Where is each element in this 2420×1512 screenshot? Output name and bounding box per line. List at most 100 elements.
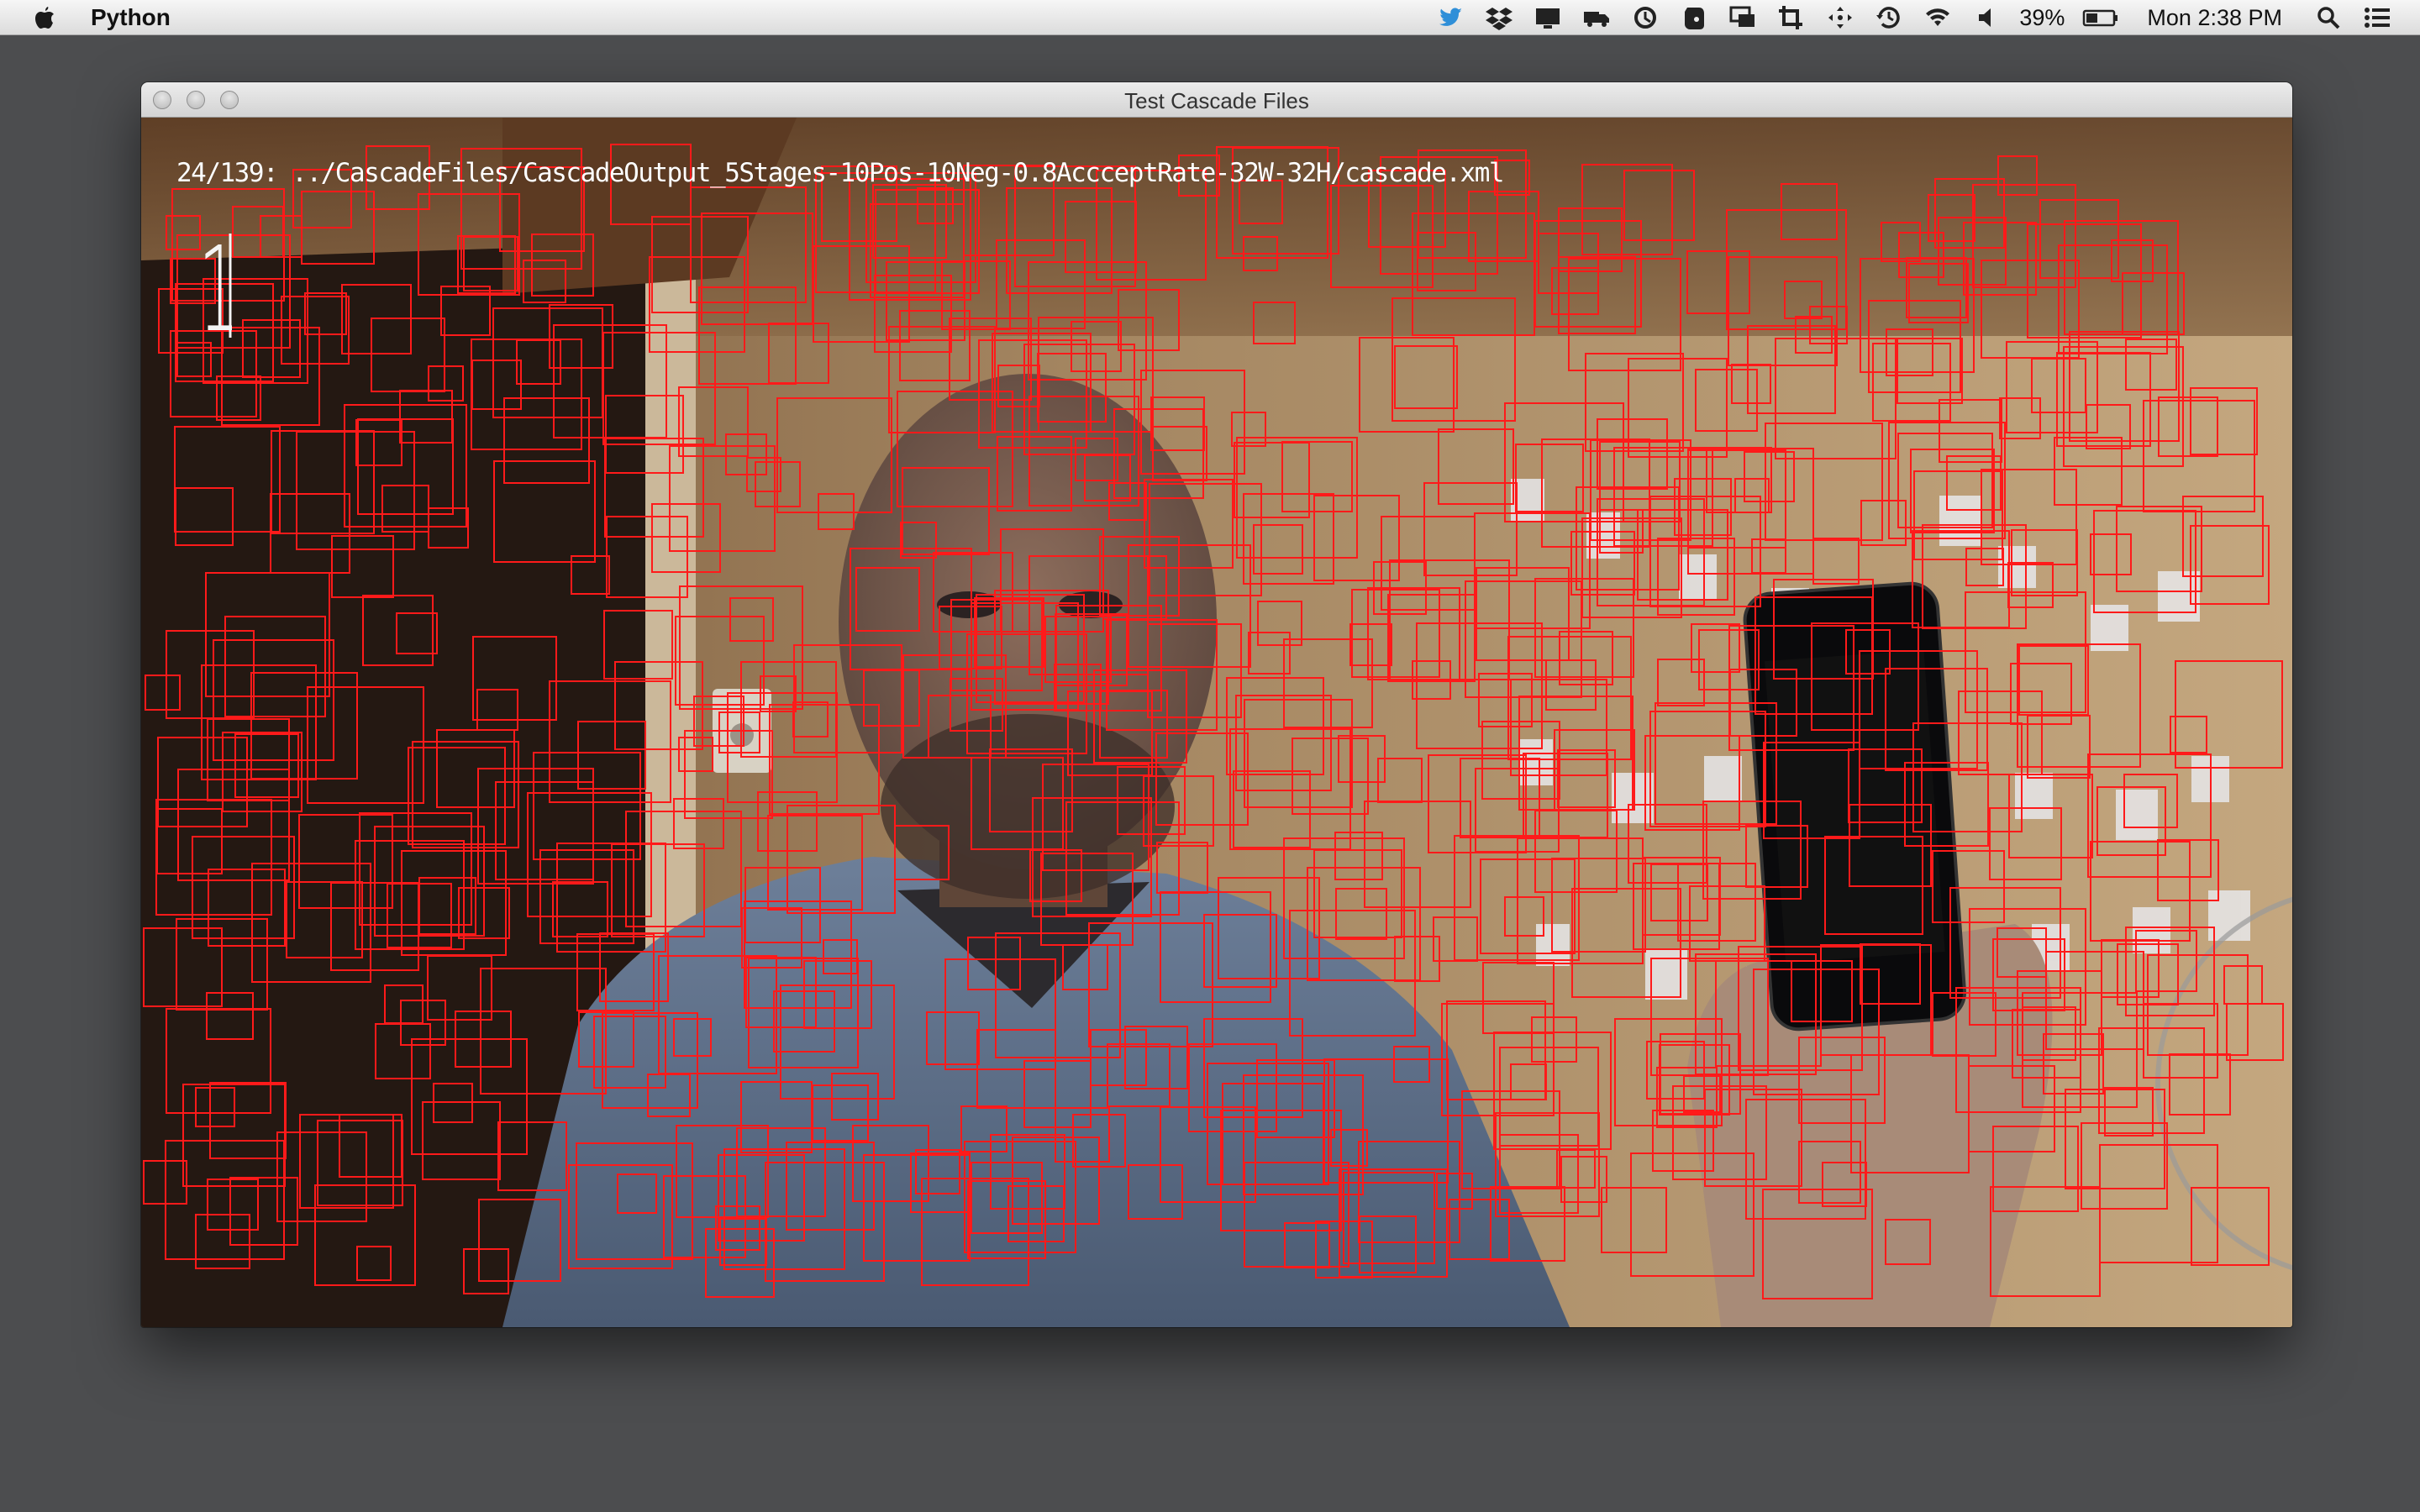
detection-box (744, 867, 821, 943)
detection-box (1335, 888, 1387, 940)
detection-box (480, 968, 607, 1095)
detection-box (723, 1148, 845, 1270)
detection-box (1118, 289, 1180, 351)
detection-box (2086, 404, 2131, 449)
detection-box (418, 193, 520, 296)
dropbox-icon[interactable] (1484, 3, 1514, 32)
detection-box (2123, 774, 2178, 828)
wifi-icon[interactable] (1923, 3, 1953, 32)
detection-box (2006, 341, 2098, 433)
detection-box (209, 1082, 287, 1159)
apple-menu-icon[interactable] (32, 5, 60, 30)
detection-box (1381, 516, 1476, 611)
detection-box (1534, 220, 1642, 328)
detection-box (1029, 849, 1082, 902)
detection-box (1222, 1083, 1324, 1185)
detection-box (2191, 1187, 2270, 1266)
detection-box (676, 1125, 769, 1218)
screen-share-icon[interactable] (1728, 3, 1758, 32)
detection-box (1490, 1186, 1565, 1262)
detection-box (1393, 1046, 1430, 1083)
detection-box (355, 840, 465, 950)
detection-box (1343, 1172, 1435, 1264)
detection-box (1554, 729, 1635, 811)
detection-box (964, 1141, 1076, 1253)
detection-box (902, 467, 990, 555)
detection-box (1358, 1141, 1460, 1243)
detection-box (1188, 1043, 1277, 1132)
detection-box (1898, 232, 1944, 278)
detection-box (1571, 888, 1681, 998)
detection-box (1040, 853, 1134, 946)
detection-box (2017, 643, 2141, 768)
move-icon[interactable] (1825, 3, 1855, 32)
detection-box (362, 595, 434, 666)
detection-box (1601, 1187, 1667, 1253)
detection-box (463, 1248, 509, 1294)
time-machine-icon[interactable] (1874, 3, 1904, 32)
sync-icon[interactable] (1630, 3, 1660, 32)
evernote-icon[interactable] (1679, 3, 1709, 32)
detection-box (539, 849, 634, 944)
twitter-icon[interactable] (1435, 3, 1465, 32)
detection-box (1738, 946, 1863, 1071)
detection-box (910, 1152, 971, 1213)
detection-box (1897, 433, 1993, 528)
detection-box (1795, 316, 1833, 354)
detection-box (1990, 1186, 2101, 1297)
detection-box (1913, 470, 2003, 560)
detection-box (949, 318, 1032, 401)
detection-box (1556, 1149, 1596, 1189)
display-icon[interactable] (1533, 3, 1563, 32)
detection-box (2169, 1053, 2231, 1116)
detection-box (1597, 418, 1668, 490)
battery-percentage[interactable]: 39% (2019, 5, 2065, 31)
detection-box (855, 567, 920, 632)
detection-box (1504, 402, 1624, 522)
crop-icon[interactable] (1776, 3, 1807, 32)
detection-box (457, 235, 516, 294)
detection-box (1868, 300, 1961, 393)
detection-box (767, 815, 863, 911)
detection-box (729, 597, 774, 642)
detection-box (673, 798, 724, 849)
detection-box (1981, 469, 2077, 565)
detection-box (1243, 493, 1334, 585)
window-title: Test Cascade Files (1124, 88, 1309, 113)
detection-box (1334, 832, 1383, 880)
detection-box (1107, 1043, 1171, 1107)
detection-box (812, 1084, 869, 1142)
detection-box (412, 741, 519, 848)
truck-icon[interactable] (1581, 3, 1612, 32)
detection-box (260, 215, 302, 258)
detection-box (472, 636, 557, 721)
detection-box (1912, 722, 2023, 832)
detection-box (1623, 170, 1695, 241)
volume-icon[interactable] (1971, 3, 2002, 32)
detection-box (298, 814, 393, 909)
detection-box (1885, 1219, 1931, 1265)
detection-box (602, 1012, 698, 1109)
detection-box (1156, 842, 1208, 894)
detection-box (195, 1087, 235, 1127)
app-menu-python[interactable]: Python (91, 5, 171, 30)
detection-box (605, 395, 684, 474)
detection-box (463, 236, 518, 291)
detection-box (1649, 711, 1766, 827)
detection-box (1655, 702, 1777, 825)
detection-box (967, 937, 1021, 990)
detection-box (229, 1177, 298, 1246)
detection-box (145, 675, 181, 711)
notification-center-icon[interactable] (2362, 3, 2392, 32)
menu-clock[interactable]: Mon 2:38 PM (2147, 5, 2282, 31)
detection-box (2027, 715, 2091, 779)
detection-box (2098, 1027, 2205, 1134)
detection-box (1885, 668, 1988, 771)
window-titlebar[interactable]: Test Cascade Files (141, 82, 2292, 118)
battery-icon[interactable] (2082, 3, 2119, 32)
detection-box (1438, 428, 1514, 505)
detection-box (1359, 337, 1455, 433)
detection-box (1062, 944, 1108, 990)
spotlight-icon[interactable] (2313, 3, 2344, 32)
detection-overlay (143, 144, 2284, 1299)
